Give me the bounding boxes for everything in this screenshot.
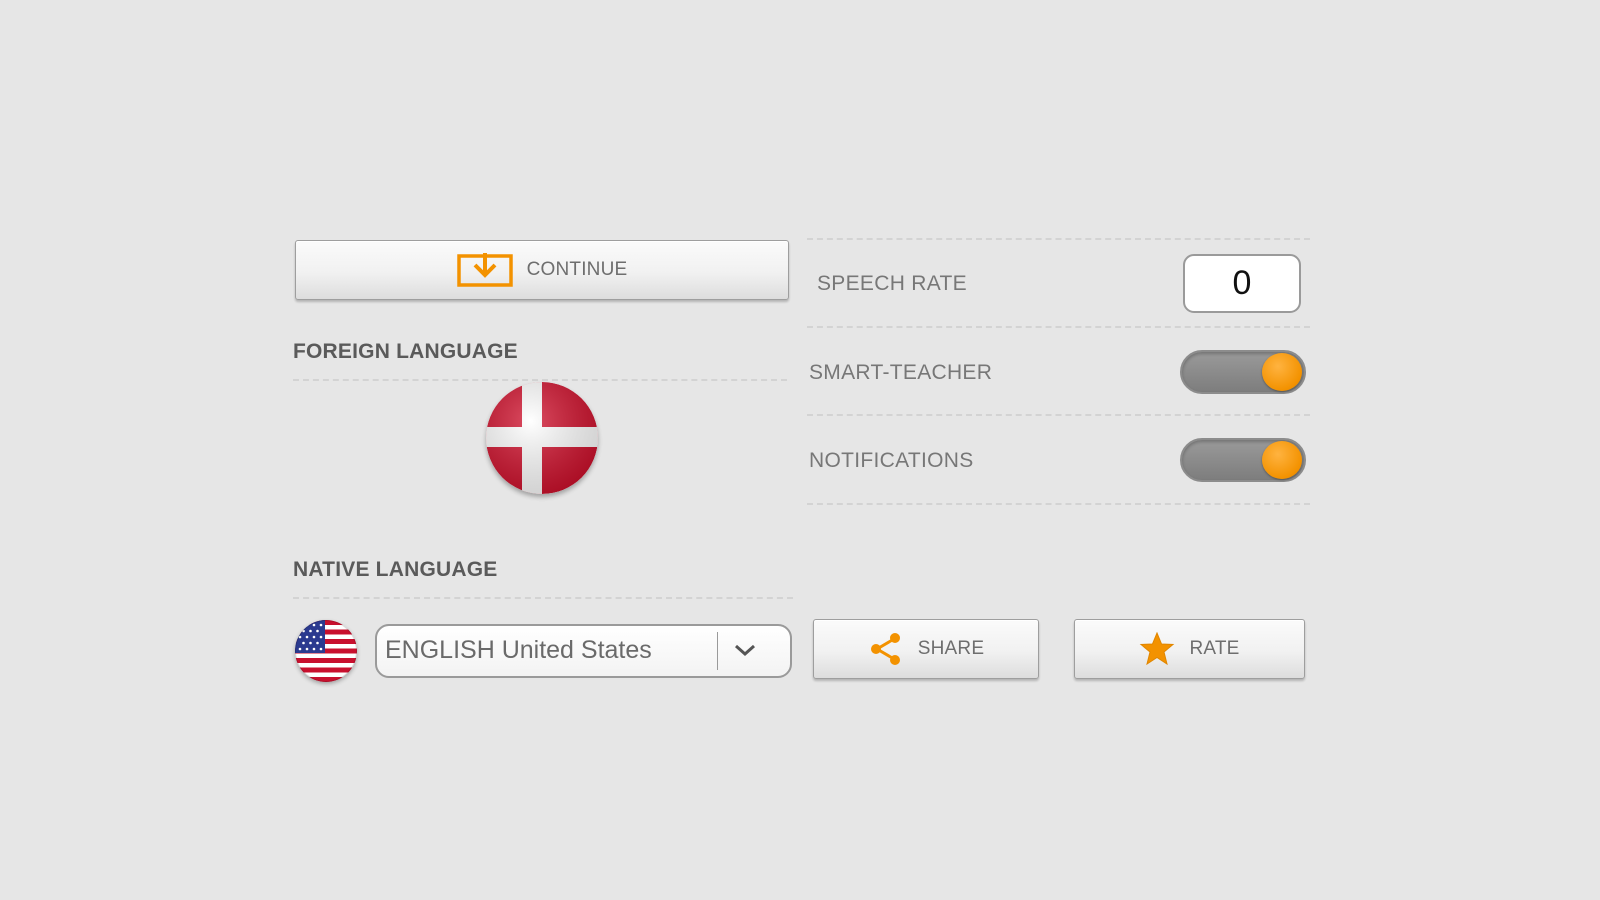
- speech-rate-label: SPEECH RATE: [817, 272, 967, 295]
- share-button-label: SHARE: [917, 638, 985, 659]
- foreign-language-heading: FOREIGN LANGUAGE: [293, 340, 518, 363]
- continue-button[interactable]: CONTINUE: [295, 240, 789, 300]
- chevron-down-icon: [733, 642, 757, 663]
- divider: [807, 414, 1310, 416]
- download-tray-icon: [456, 253, 513, 287]
- divider: [807, 326, 1310, 328]
- share-button[interactable]: SHARE: [813, 619, 1039, 679]
- divider: [293, 597, 793, 599]
- smart-teacher-toggle[interactable]: [1180, 350, 1306, 394]
- native-language-value: ENGLISH United States: [385, 636, 652, 664]
- rate-button[interactable]: RATE: [1074, 619, 1305, 679]
- notifications-toggle[interactable]: [1180, 438, 1306, 482]
- rate-button-label: RATE: [1189, 638, 1240, 659]
- continue-button-label: CONTINUE: [526, 259, 628, 280]
- native-language-heading: NATIVE LANGUAGE: [293, 558, 498, 581]
- star-icon: [1139, 632, 1175, 666]
- speech-rate-input[interactable]: 0: [1183, 254, 1301, 313]
- toggle-knob: [1262, 441, 1302, 479]
- smart-teacher-label: SMART-TEACHER: [809, 361, 993, 384]
- divider: [807, 238, 1310, 240]
- toggle-knob: [1262, 353, 1302, 391]
- usa-flag-icon: [295, 620, 357, 682]
- native-language-select[interactable]: ENGLISH United States: [375, 624, 792, 678]
- notifications-label: NOTIFICATIONS: [809, 449, 974, 472]
- settings-screen: CONTINUE FOREIGN LANGUAGE NATIVE LANGUAG…: [0, 0, 1600, 900]
- divider: [807, 503, 1310, 505]
- denmark-flag-icon[interactable]: [486, 382, 598, 494]
- share-icon: [868, 631, 904, 667]
- divider: [293, 379, 787, 381]
- dropdown-separator: [717, 632, 718, 670]
